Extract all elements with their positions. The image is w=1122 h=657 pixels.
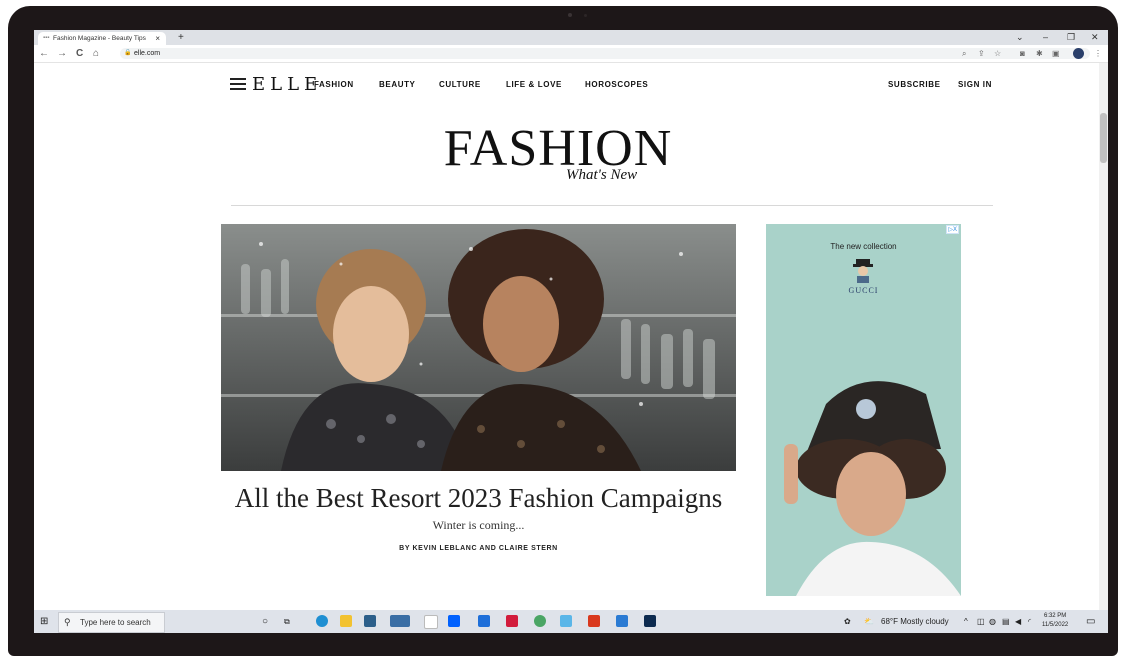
home-button[interactable]: ⌂	[93, 45, 99, 62]
advertisement[interactable]: ▷X The new collection GUCCI	[766, 224, 961, 596]
divider	[231, 205, 993, 206]
extensions-puzzle-icon[interactable]: ✱	[1036, 45, 1043, 62]
share-icon[interactable]: ⇪	[978, 48, 985, 59]
nav-life-love[interactable]: LIFE & LOVE	[506, 80, 562, 89]
section-subtitle: What's New	[566, 167, 638, 183]
clock-time: 6:32 PM	[1043, 613, 1067, 619]
extension-camera-icon[interactable]: ◙	[1020, 45, 1025, 62]
start-windows-icon[interactable]: ⊞	[40, 616, 48, 627]
tab-close-icon[interactable]: ×	[155, 32, 160, 45]
app-icon-teal[interactable]	[560, 615, 572, 627]
network-people-icon[interactable]: ✿	[844, 610, 851, 633]
nav-beauty[interactable]: BEAUTY	[379, 80, 416, 89]
nav-culture[interactable]: CULTURE	[439, 80, 481, 89]
photos-icon[interactable]	[616, 615, 628, 627]
volume-icon[interactable]: ◀	[1015, 610, 1021, 633]
chrome-icon[interactable]	[534, 615, 546, 627]
browser-tab[interactable]: ▪▪▪ Fashion Magazine - Beauty Tips ×	[38, 32, 166, 45]
nav-horoscopes[interactable]: HOROSCOPES	[585, 80, 648, 89]
screen: ▪▪▪ Fashion Magazine - Beauty Tips × + ⌄…	[34, 30, 1108, 633]
url-text: elle.com	[134, 50, 161, 57]
laptop-frame: ▪▪▪ Fashion Magazine - Beauty Tips × + ⌄…	[0, 0, 1122, 657]
amazon-icon[interactable]	[424, 615, 438, 629]
weather-icon[interactable]: ⛅	[864, 610, 874, 633]
store-icon[interactable]	[364, 615, 376, 627]
article-headline[interactable]: All the Best Resort 2023 Fashion Campaig…	[221, 483, 736, 514]
tray-icon-3[interactable]: ▤	[1002, 610, 1010, 633]
file-explorer-icon[interactable]	[340, 615, 352, 627]
back-button[interactable]: ←	[39, 45, 49, 62]
ad-model-illustration	[784, 381, 961, 596]
weather-text[interactable]: 68°F Mostly cloudy	[881, 610, 949, 633]
tray-icon-1[interactable]: ◫	[977, 610, 985, 633]
taskbar-search[interactable]: ⚲ Type here to search	[58, 612, 165, 633]
windows-taskbar: ⊞ ⚲ Type here to search ○ ⧉ ✿ ⛅ 68°F Mos…	[34, 610, 1108, 633]
zoom-icon[interactable]: ⌕	[962, 48, 966, 59]
favicon-icon: ▪▪▪	[43, 35, 50, 41]
adchoices-icon[interactable]: ▷X	[946, 225, 959, 234]
tab-title: Fashion Magazine - Beauty Tips	[53, 35, 146, 42]
hero-photo-illustration	[221, 224, 736, 471]
close-window-button[interactable]: ✕	[1091, 30, 1099, 45]
photoshop-icon[interactable]	[644, 615, 656, 627]
dropbox-icon[interactable]	[448, 615, 460, 627]
search-icon: ⚲	[64, 617, 71, 627]
restore-button[interactable]: ❐	[1067, 30, 1075, 45]
article-dek: Winter is coming...	[432, 518, 525, 532]
illustrator-icon[interactable]	[588, 615, 600, 627]
side-panel-icon[interactable]: ▣	[1052, 45, 1060, 62]
address-bar-row: ← → C ⌂ 🔒 elle.com ⌕ ⇪ ☆ ◙ ✱ ▣ ⋮	[34, 45, 1108, 63]
hero-image[interactable]	[221, 224, 736, 471]
section-title: FASHION	[443, 120, 673, 177]
webcam-light	[584, 14, 587, 17]
cortana-icon[interactable]: ○	[262, 610, 268, 633]
indesign-icon[interactable]	[506, 615, 518, 627]
app-icon-blue[interactable]	[478, 615, 490, 627]
subscribe-link[interactable]: SUBSCRIBE	[888, 80, 941, 89]
article-byline: BY KEVIN LEBLANC AND CLAIRE STERN	[399, 545, 558, 552]
tray-icon-2[interactable]: ◍	[989, 610, 996, 633]
mail-icon[interactable]	[390, 615, 410, 627]
ad-brand: GUCCI	[848, 286, 879, 295]
tab-search-icon[interactable]: ⌄	[1016, 30, 1024, 45]
scrollbar-thumb[interactable]	[1100, 113, 1107, 163]
gucci-mascot-icon	[853, 259, 873, 283]
url-field[interactable]: 🔒 elle.com ⌕ ⇪ ☆	[120, 48, 1090, 59]
wifi-icon[interactable]: ◜	[1028, 610, 1031, 633]
minimize-button[interactable]: –	[1043, 30, 1048, 45]
reload-button[interactable]: C	[76, 45, 83, 62]
tray-overflow-icon[interactable]: ^	[964, 610, 968, 633]
webcam	[568, 13, 572, 17]
lock-icon: 🔒	[124, 50, 132, 56]
new-tab-button[interactable]: +	[178, 30, 184, 45]
ad-tagline: The new collection	[830, 242, 897, 251]
taskbar-clock[interactable]: 6:32 PM 11/5/2022	[1042, 612, 1068, 630]
hamburger-menu-icon[interactable]	[230, 78, 246, 90]
menu-kebab-icon[interactable]: ⋮	[1094, 45, 1102, 62]
task-view-icon[interactable]: ⧉	[284, 610, 290, 633]
notifications-icon[interactable]: ▭	[1086, 610, 1095, 633]
site-logo[interactable]: ELLE	[252, 74, 322, 95]
page-scrollbar[interactable]	[1099, 63, 1108, 610]
clock-date: 11/5/2022	[1042, 622, 1069, 628]
nav-fashion[interactable]: FASHION	[314, 80, 354, 89]
web-page: ELLE FASHION BEAUTY CULTURE LIFE & LOVE …	[34, 63, 1108, 610]
edge-icon[interactable]	[316, 615, 328, 627]
profile-avatar[interactable]	[1073, 48, 1084, 59]
tab-strip: ▪▪▪ Fashion Magazine - Beauty Tips × + ⌄…	[34, 30, 1108, 45]
sign-in-link[interactable]: SIGN IN	[958, 80, 992, 89]
bookmark-star-icon[interactable]: ☆	[994, 48, 1001, 59]
search-placeholder: Type here to search	[80, 618, 151, 627]
forward-button[interactable]: →	[57, 45, 67, 62]
